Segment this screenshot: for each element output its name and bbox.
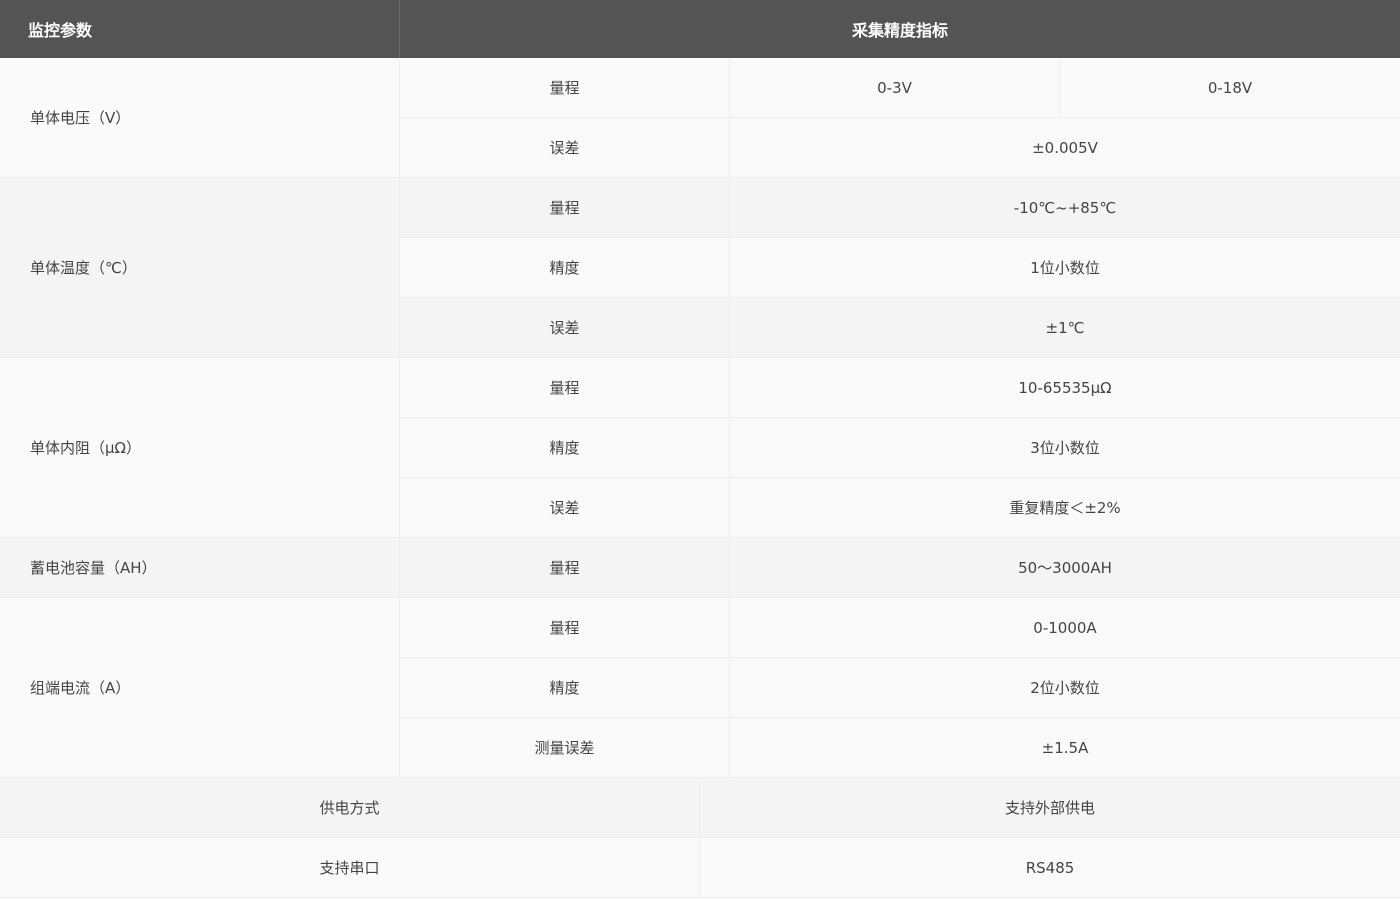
param-resistance: 单体内阻（μΩ） bbox=[0, 358, 400, 538]
resistance-precision-value: 3位小数位 bbox=[730, 418, 1400, 478]
voltage-range-label: 量程 bbox=[400, 58, 730, 118]
serial-label: 支持串口 bbox=[0, 838, 700, 898]
voltage-error-value: ±0.005V bbox=[730, 118, 1400, 178]
param-temperature: 单体温度（℃） bbox=[0, 178, 400, 358]
resistance-error-value: 重复精度＜±2% bbox=[730, 478, 1400, 538]
resistance-error-label: 误差 bbox=[400, 478, 730, 538]
resistance-range-label: 量程 bbox=[400, 358, 730, 418]
power-label: 供电方式 bbox=[0, 778, 700, 838]
current-range-label: 量程 bbox=[400, 598, 730, 658]
temperature-range-label: 量程 bbox=[400, 178, 730, 238]
resistance-precision-label: 精度 bbox=[400, 418, 730, 478]
voltage-error-label: 误差 bbox=[400, 118, 730, 178]
temperature-precision-label: 精度 bbox=[400, 238, 730, 298]
spec-table: 监控参数 采集精度指标 单体电压（V） 量程 0-3V 0-18V 误差 ±0.… bbox=[0, 0, 1400, 899]
current-error-value: ±1.5A bbox=[730, 718, 1400, 778]
current-precision-label: 精度 bbox=[400, 658, 730, 718]
param-capacity: 蓄电池容量（AH） bbox=[0, 538, 400, 598]
header-param: 监控参数 bbox=[0, 0, 400, 58]
temperature-error-label: 误差 bbox=[400, 298, 730, 358]
voltage-range-b: 0-18V bbox=[1060, 58, 1400, 118]
voltage-range-a: 0-3V bbox=[730, 58, 1060, 118]
current-precision-value: 2位小数位 bbox=[730, 658, 1400, 718]
param-voltage: 单体电压（V） bbox=[0, 58, 400, 178]
resistance-range-value: 10-65535μΩ bbox=[730, 358, 1400, 418]
current-error-label: 测量误差 bbox=[400, 718, 730, 778]
power-value: 支持外部供电 bbox=[700, 778, 1400, 838]
header-spec: 采集精度指标 bbox=[400, 0, 1400, 58]
temperature-precision-value: 1位小数位 bbox=[730, 238, 1400, 298]
capacity-range-label: 量程 bbox=[400, 538, 730, 598]
serial-value: RS485 bbox=[700, 838, 1400, 898]
current-range-value: 0-1000A bbox=[730, 598, 1400, 658]
param-current: 组端电流（A） bbox=[0, 598, 400, 778]
capacity-range-value: 50～3000AH bbox=[730, 538, 1400, 598]
temperature-range-value: -10℃~+85℃ bbox=[730, 178, 1400, 238]
temperature-error-value: ±1℃ bbox=[730, 298, 1400, 358]
